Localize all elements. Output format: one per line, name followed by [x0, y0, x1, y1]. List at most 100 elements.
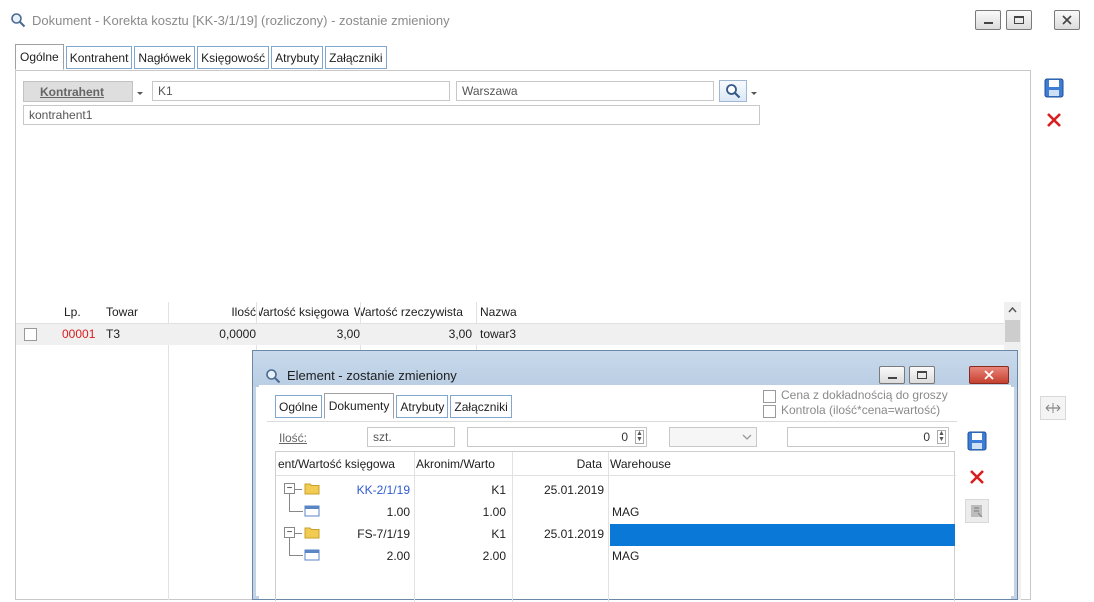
tree-col-2[interactable]: Akronim/Warto [416, 457, 510, 471]
cancel-button[interactable] [1042, 108, 1066, 132]
tree-warehouse: MAG [612, 505, 640, 519]
window-item-icon [304, 505, 320, 517]
tab-atrybuty[interactable]: Atrybuty [271, 46, 324, 69]
dialog-save-button[interactable] [965, 429, 989, 453]
currency-select[interactable] [669, 427, 757, 447]
tree-line [289, 494, 290, 511]
cancel-icon [970, 470, 984, 484]
tree-akronim: K1 [491, 483, 506, 497]
collapse-toggle[interactable]: − [284, 483, 295, 494]
save-icon [1044, 78, 1064, 98]
tree-line [289, 511, 303, 512]
dropdown-arrow-icon [137, 92, 143, 95]
document-icon [971, 505, 983, 518]
dialog-minimize-button[interactable] [879, 366, 905, 384]
scroll-thumb[interactable] [1005, 320, 1020, 342]
selected-cell[interactable] [610, 524, 955, 546]
col-wartosc-ksiegowa[interactable]: Wartość księgowa [259, 305, 349, 319]
tree-col-1[interactable]: ent/Wartość księgowa [278, 457, 412, 471]
value-spinner[interactable]: ▲ ▼ [937, 430, 946, 444]
tree-row[interactable]: 2.00 2.00 MAG [276, 538, 956, 568]
row-towar: T3 [106, 327, 121, 341]
tab-ogolne[interactable]: Ogólne [15, 44, 64, 70]
cena-checkbox[interactable] [763, 390, 776, 403]
table-row[interactable]: 00001 T3 0,0000 3,00 3,00 towar3 [16, 324, 1004, 345]
tree-row[interactable]: − KK-2/1/19 K1 25.01.2019 [276, 480, 956, 502]
dialog-body: Ogólne Dokumenty Atrybuty Załączniki Cen… [259, 385, 1011, 602]
dialog-cancel-button[interactable] [965, 465, 989, 489]
kontrahent-code-field[interactable]: K1 [152, 81, 450, 101]
value-field[interactable]: 0 ▲ ▼ [787, 427, 949, 447]
tab-naglowek[interactable]: Nagłówek [134, 46, 196, 69]
scroll-up-icon[interactable] [1008, 306, 1017, 313]
tree-doc-number: KK-2/1/19 [356, 483, 410, 497]
close-button[interactable] [1054, 10, 1080, 30]
dialog-close-button[interactable] [969, 366, 1009, 384]
close-icon [984, 370, 994, 380]
value-value: 0 [923, 430, 930, 444]
kontrahent-dropdown[interactable] [136, 86, 146, 96]
row-ilosc: 0,0000 [219, 327, 256, 341]
col-ilosc[interactable]: Ilość [216, 305, 256, 319]
expand-horizontal-icon [1045, 403, 1061, 413]
save-icon [967, 431, 987, 451]
tree-row[interactable]: − FS-7/1/19 K1 25.01.2019 [276, 524, 956, 546]
dialog-tab-dokumenty[interactable]: Dokumenty [323, 393, 395, 419]
title-bar: Dokument - Korekta kosztu [KK-3/1/19] (r… [0, 0, 1094, 38]
maximize-icon [1014, 16, 1024, 24]
tree-value-2: 2.00 [482, 549, 506, 563]
chevron-down-icon [742, 434, 752, 440]
tree-date: 25.01.2019 [543, 483, 604, 497]
main-tabs: Ogólne Kontrahent Nagłówek Księgowość At… [15, 44, 389, 70]
element-dialog: Element - zostanie zmieniony Ogólne Doku… [252, 350, 1018, 602]
row-wartosc-rzeczywista: 3,00 [448, 327, 472, 341]
dialog-title: Element - zostanie zmieniony [287, 368, 457, 383]
minimize-button[interactable] [975, 10, 1001, 30]
folder-icon [304, 483, 320, 495]
kontrahent-city-field[interactable]: Warszawa [456, 81, 714, 101]
col-lp[interactable]: Lp. [64, 305, 81, 319]
tree-value-2: 1.00 [482, 505, 506, 519]
dialog-tab-zalaczniki[interactable]: Załączniki [450, 395, 512, 418]
save-button[interactable] [1042, 76, 1066, 100]
kontrahent-name-field[interactable]: kontrahent1 [23, 105, 760, 125]
dialog-tab-ogolne[interactable]: Ogólne [275, 395, 322, 418]
fit-columns-button[interactable] [1040, 396, 1066, 420]
dialog-maximize-button[interactable] [909, 366, 935, 384]
maximize-icon [917, 371, 927, 379]
dialog-document-button[interactable] [965, 499, 989, 523]
tab-ksiegowosc[interactable]: Księgowość [197, 46, 270, 69]
col-towar[interactable]: Towar [106, 305, 138, 319]
quantity-field[interactable]: 0 ▲ ▼ [467, 427, 647, 447]
dropdown-arrow-icon [751, 92, 757, 95]
minimize-icon [887, 376, 897, 379]
tree-col-3[interactable]: Data [514, 457, 602, 471]
cancel-icon [1047, 113, 1061, 127]
maximize-button[interactable] [1006, 10, 1032, 30]
minimize-icon [983, 21, 993, 24]
row-checkbox[interactable] [24, 328, 37, 341]
items-grid-header: Lp. Towar Ilość Wartość księgowa Wartość… [16, 302, 1020, 324]
kontrahent-button[interactable]: Kontrahent [23, 81, 133, 102]
search-dropdown[interactable] [750, 86, 758, 100]
quantity-spinner[interactable]: ▲ ▼ [635, 430, 644, 444]
collapse-toggle[interactable]: − [284, 527, 295, 538]
dialog-tab-atrybuty[interactable]: Atrybuty [396, 395, 449, 418]
col-nazwa[interactable]: Nazwa [480, 305, 517, 319]
tab-zalaczniki[interactable]: Załączniki [325, 46, 387, 69]
tree-col-4[interactable]: Warehouse [610, 457, 671, 471]
tree-value: 1.00 [386, 505, 410, 519]
kontrola-checkbox[interactable] [763, 405, 776, 418]
window-item-icon [304, 549, 320, 561]
search-button[interactable] [719, 80, 747, 102]
col-wartosc-rzeczywista[interactable]: Wartość rzeczywista [354, 305, 474, 319]
tab-kontrahent[interactable]: Kontrahent [65, 46, 133, 69]
close-icon [1062, 15, 1072, 25]
unit-field[interactable]: szt. [367, 427, 455, 447]
tree-value: 2.00 [386, 549, 410, 563]
tree-line [295, 489, 302, 490]
tree-date: 25.01.2019 [543, 527, 604, 541]
quantity-value: 0 [621, 430, 628, 444]
tree-row[interactable]: 1.00 1.00 MAG [276, 494, 956, 524]
search-icon [726, 84, 741, 99]
